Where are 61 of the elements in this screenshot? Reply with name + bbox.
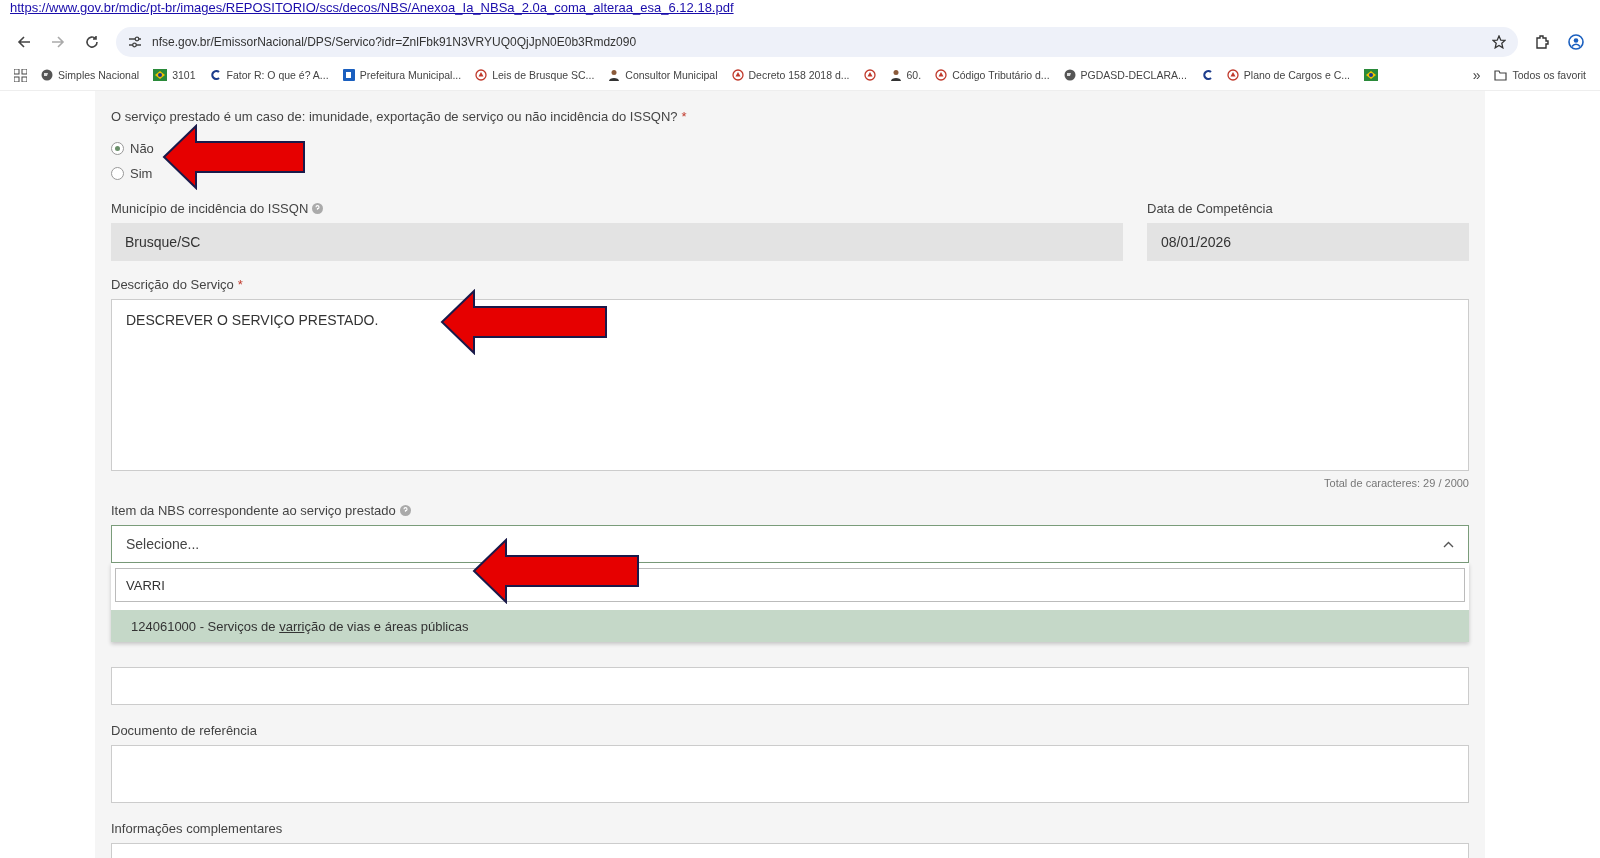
radio-button[interactable]: [111, 167, 124, 180]
flag-icon: [1364, 69, 1379, 81]
bookmark-link[interactable]: Simples Nacional: [41, 69, 140, 81]
caret-icon: [1443, 540, 1454, 548]
ring-icon: [935, 69, 948, 81]
required-mark: *: [681, 109, 687, 124]
url-text: nfse.gov.br/EmissorNacional/DPS/Servico?idr=ZnlFbk91N3VRYUQ0QjJpN0E0b3Rmdz090: [152, 35, 637, 49]
globe-icon: [41, 69, 53, 81]
site-settings-icon[interactable]: [128, 36, 142, 48]
bookmark-link[interactable]: Código Tributário d...: [935, 69, 1050, 81]
ring-icon: [731, 69, 744, 81]
bookmark-icon[interactable]: [1200, 69, 1213, 81]
required-mark: *: [237, 277, 243, 292]
bookmark-link[interactable]: Consultor Municipal: [608, 69, 718, 81]
radio-label: Não: [130, 141, 154, 156]
all-bookmarks-link[interactable]: Todos os favorit: [1494, 69, 1586, 81]
bookmark-link[interactable]: 60.: [889, 69, 922, 81]
bookmark-icon[interactable]: [1364, 69, 1379, 81]
flag-icon: [153, 69, 168, 81]
ring-icon: [863, 69, 876, 81]
municipio-field[interactable]: Brusque/SC: [111, 223, 1123, 261]
bookmark-link[interactable]: Leis de Brusque SC...: [475, 69, 595, 81]
bookmark-link[interactable]: 3101: [153, 69, 196, 81]
field-label: Documento de referência: [111, 723, 257, 738]
ring-icon: [1226, 69, 1239, 81]
apps-icon[interactable]: [14, 68, 27, 82]
field-label: Informações complementares: [111, 821, 283, 836]
input-field[interactable]: [111, 667, 1469, 705]
dropdown-option[interactable]: 124061000 - Serviços de varrição de vias e áreas públicas: [111, 610, 1469, 642]
globe-icon: [1063, 69, 1076, 81]
person-icon: [608, 69, 621, 81]
nbs-select[interactable]: Selecione...: [111, 525, 1469, 563]
square-icon: [342, 69, 355, 81]
folder-icon: [1494, 69, 1508, 81]
input-field[interactable]: [111, 745, 1469, 803]
field-label: O serviço prestado é um caso de: imunidade, exportação de serviço ou não incidência do ISSQN?: [111, 109, 678, 124]
address-bar[interactable]: nfse.gov.br/EmissorNacional/DPS/Servico?idr=ZnlFbk91N3VRYUQ0QjJpN0E0b3Rmdz090: [116, 27, 1518, 57]
bookmark-link[interactable]: PGDASD-DECLARA...: [1063, 69, 1187, 81]
letter-icon: [1200, 69, 1213, 81]
character-counter: Total de caracteres: 29 / 2000: [1324, 477, 1469, 489]
date-field[interactable]: 08/01/2026: [1147, 223, 1469, 261]
field-label: Descrição do Serviço: [111, 277, 234, 292]
bookmark-link[interactable]: Fator R: O que é? A...: [209, 69, 329, 81]
bookmark-icon[interactable]: [863, 69, 876, 81]
star-icon[interactable]: [1492, 35, 1506, 49]
more-bookmarks-button[interactable]: »: [1472, 67, 1481, 83]
bookmark-link[interactable]: Decreto 158 2018 d...: [731, 69, 850, 81]
letter-icon: [209, 69, 222, 81]
search-field[interactable]: VARRI: [115, 568, 1465, 602]
person-icon: [889, 69, 902, 81]
ring-icon: [475, 69, 488, 81]
profile-button[interactable]: [1566, 32, 1586, 52]
radio-label: Sim: [130, 166, 153, 181]
radio-button[interactable]: [111, 142, 124, 155]
bookmark-link[interactable]: Plano de Cargos e C...: [1226, 69, 1351, 81]
document-link[interactable]: https://www.gov.br/mdic/pt-br/images/REPOSITORIO/scs/decos/NBS/Anexoa_Ia_NBSa_2.0a_coma_alteraa_esa_6.12.18.pdf: [10, 0, 734, 16]
field-label: Data de Competência: [1147, 201, 1273, 216]
field-label: Município de incidência do ISSQN: [111, 201, 309, 216]
field-label: Item da NBS correspondente ao serviço prestado: [111, 503, 396, 518]
bookmark-link[interactable]: Prefeitura Municipal...: [342, 69, 462, 81]
description-field[interactable]: DESCREVER O SERVIÇO PRESTADO.: [111, 299, 1469, 471]
